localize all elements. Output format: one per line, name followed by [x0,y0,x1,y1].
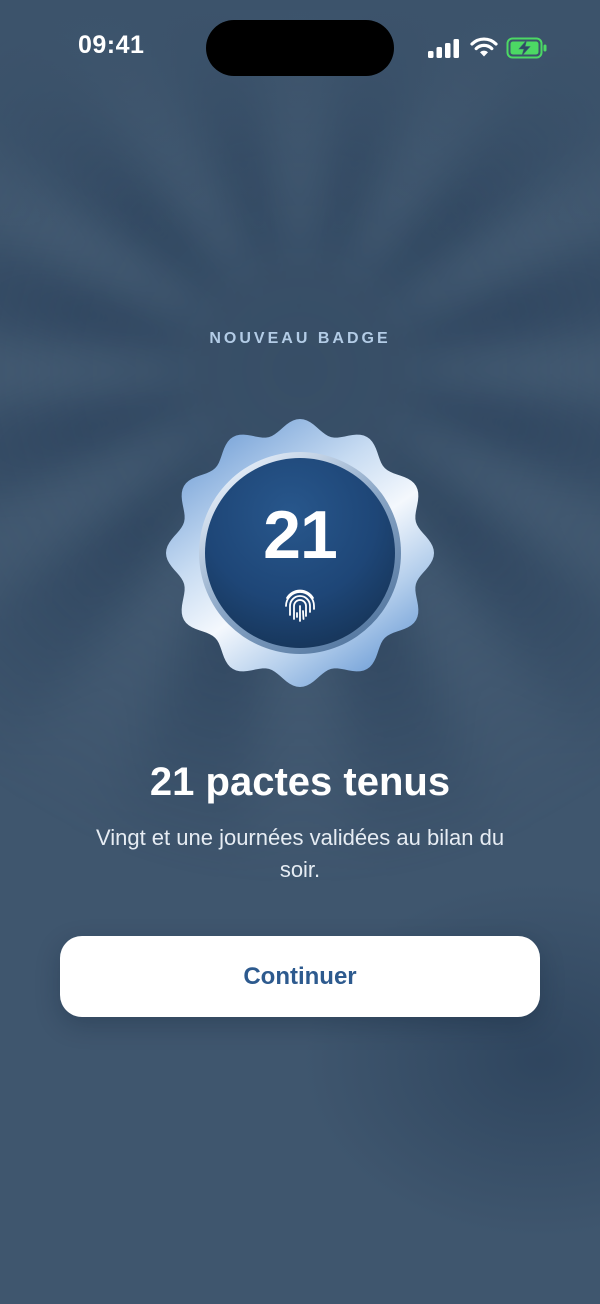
battery-charging-icon [506,37,547,59]
signal-icon [428,39,459,58]
badge-title: 21 pactes tenus [149,760,451,804]
dynamic-island [206,20,394,76]
new-badge-label: NOUVEAU BADGE [209,330,391,347]
badge-unlocked-screen: 09:41 NOUVEAU BADGE 21 21 pactes tenus V… [0,0,600,1304]
badge-number: 21 [263,497,338,573]
status-icons [428,36,550,62]
wifi-icon [470,37,498,57]
fingerprint-icon [285,589,315,622]
badge-description: Vingt et une journées validées au bilan … [95,825,505,882]
background-bottom-shade [300,880,600,1240]
status-bar: 09:41 [0,0,600,96]
continue-button[interactable]: Continuer [60,936,540,1017]
status-time: 09:41 [78,31,145,59]
